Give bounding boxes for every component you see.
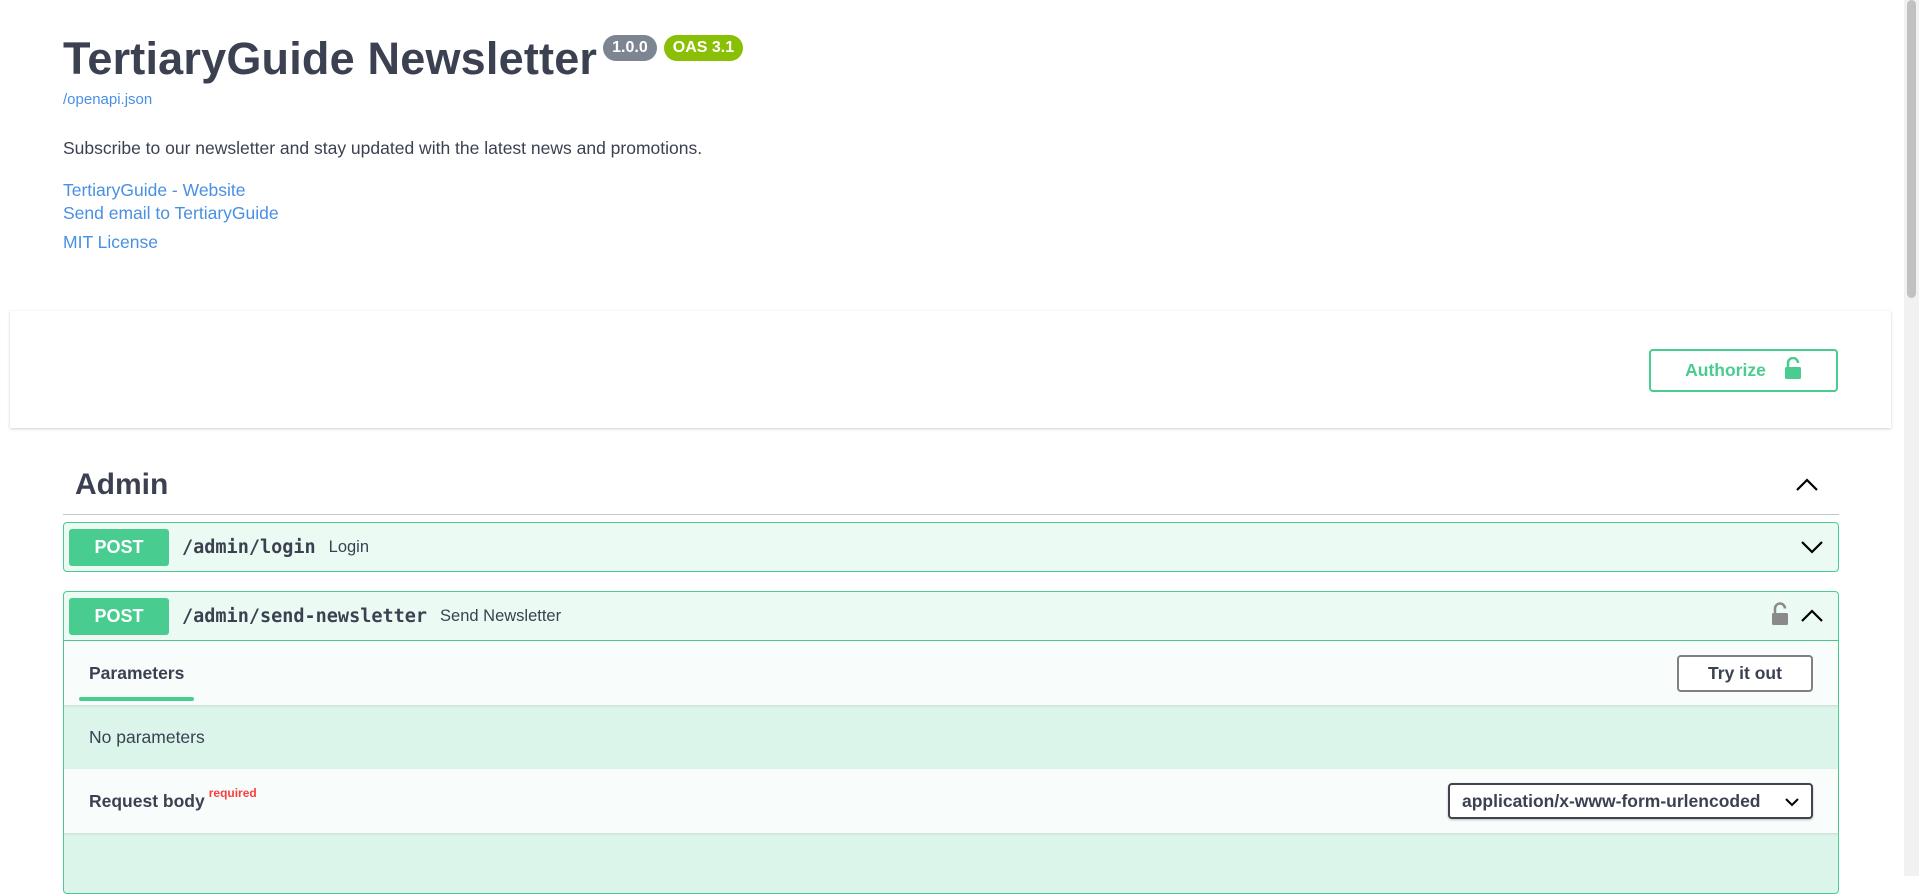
content-type-value: application/x-www-form-urlencoded bbox=[1462, 790, 1761, 811]
tag-header[interactable]: Admin bbox=[63, 455, 1839, 515]
endpoint-path: /admin/login bbox=[182, 536, 316, 558]
version-badge: 1.0.0 bbox=[603, 35, 657, 61]
title-row: TertiaryGuide Newsletter 1.0.0 OAS 3.1 bbox=[63, 30, 1843, 88]
opblock-admin-login: POST /admin/login Login bbox=[63, 522, 1839, 572]
info-links: TertiaryGuide - Website Send email to Te… bbox=[63, 179, 1843, 254]
parameters-header: Parameters Try it out bbox=[64, 641, 1838, 705]
opblock-admin-send-newsletter: POST /admin/send-newsletter Send Newslet… bbox=[63, 591, 1839, 894]
website-link[interactable]: TertiaryGuide - Website bbox=[63, 179, 1843, 202]
tag-section-admin: Admin POST /admin/login Login POST /admi… bbox=[63, 455, 1839, 894]
lock-open-icon bbox=[1784, 356, 1802, 384]
opblock-body: Parameters Try it out No parameters Requ… bbox=[64, 640, 1838, 893]
endpoint-summary: Send Newsletter bbox=[440, 606, 562, 625]
scheme-container: Authorize bbox=[10, 311, 1891, 428]
authorize-button[interactable]: Authorize bbox=[1649, 349, 1838, 392]
required-marker: required bbox=[208, 785, 257, 800]
api-info: TertiaryGuide Newsletter 1.0.0 OAS 3.1 /… bbox=[63, 30, 1843, 254]
oas-badge: OAS 3.1 bbox=[663, 35, 744, 61]
authorize-label: Authorize bbox=[1685, 360, 1766, 380]
no-parameters-text: No parameters bbox=[89, 727, 205, 747]
chevron-down-icon bbox=[1785, 791, 1799, 812]
api-description: Subscribe to our newsletter and stay upd… bbox=[63, 138, 703, 158]
method-badge: POST bbox=[69, 597, 169, 635]
chevron-down-icon[interactable] bbox=[1799, 534, 1825, 560]
method-badge: POST bbox=[69, 528, 169, 566]
content-type-select[interactable]: application/x-www-form-urlencoded bbox=[1448, 783, 1813, 819]
email-link[interactable]: Send email to TertiaryGuide bbox=[63, 202, 1843, 225]
op-controls bbox=[1771, 601, 1825, 631]
request-body-title: Request body required bbox=[89, 786, 257, 812]
badges: 1.0.0 OAS 3.1 bbox=[603, 35, 744, 61]
api-title: TertiaryGuide Newsletter bbox=[63, 33, 598, 84]
request-body-label: Request body bbox=[89, 790, 205, 811]
openapi-json-link[interactable]: /openapi.json bbox=[63, 91, 1843, 108]
license-link[interactable]: MIT License bbox=[63, 231, 1843, 254]
op-controls bbox=[1799, 534, 1825, 560]
opblock-summary[interactable]: POST /admin/login Login bbox=[64, 523, 1838, 571]
tag-title: Admin bbox=[75, 467, 169, 501]
request-body-header: Request body required application/x-www-f… bbox=[64, 769, 1838, 833]
vertical-scrollbar[interactable] bbox=[1904, 0, 1919, 876]
lock-icon[interactable] bbox=[1771, 601, 1789, 631]
endpoint-summary: Login bbox=[328, 537, 370, 556]
chevron-up-icon[interactable] bbox=[1787, 465, 1827, 505]
try-it-out-button[interactable]: Try it out bbox=[1677, 654, 1813, 692]
scrollbar-thumb[interactable] bbox=[1907, 0, 1916, 298]
tab-parameters[interactable]: Parameters bbox=[78, 641, 195, 705]
request-body-area bbox=[64, 833, 1838, 893]
endpoint-path: /admin/send-newsletter bbox=[182, 605, 428, 627]
opblock-summary[interactable]: POST /admin/send-newsletter Send Newslet… bbox=[64, 592, 1838, 640]
chevron-up-icon[interactable] bbox=[1799, 603, 1825, 629]
